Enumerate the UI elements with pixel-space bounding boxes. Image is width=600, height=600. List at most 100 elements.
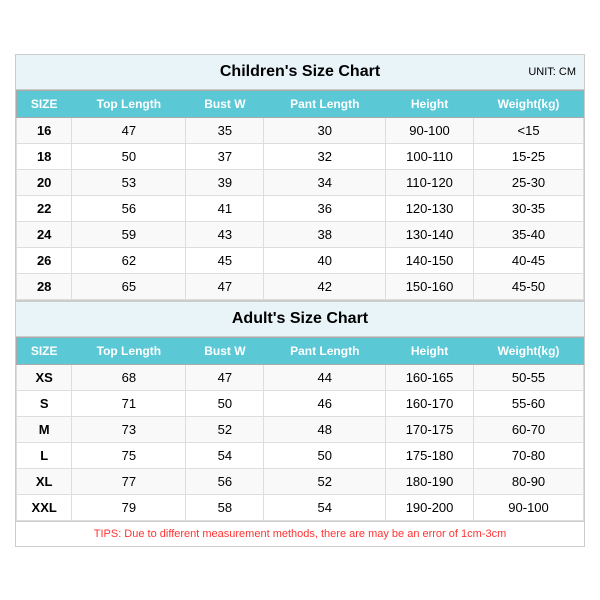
table-cell: 45-50 xyxy=(474,273,584,299)
table-cell: 100-110 xyxy=(386,143,474,169)
table-cell: 55-60 xyxy=(474,390,584,416)
table-cell: 50-55 xyxy=(474,364,584,390)
table-cell: 54 xyxy=(186,442,264,468)
table-cell: 56 xyxy=(72,195,186,221)
table-cell: 42 xyxy=(264,273,386,299)
table-cell: 16 xyxy=(17,117,72,143)
table-cell: 47 xyxy=(186,273,264,299)
table-cell: 30-35 xyxy=(474,195,584,221)
table-cell: 80-90 xyxy=(474,468,584,494)
adult-title: Adult's Size Chart xyxy=(232,310,368,327)
adult-table: SIZE Top Length Bust W Pant Length Heigh… xyxy=(16,337,584,521)
adult-col-height: Height xyxy=(386,337,474,364)
table-cell: 71 xyxy=(72,390,186,416)
table-cell: 130-140 xyxy=(386,221,474,247)
table-cell: 48 xyxy=(264,416,386,442)
table-cell: 34 xyxy=(264,169,386,195)
table-cell: 20 xyxy=(17,169,72,195)
table-cell: 28 xyxy=(17,273,72,299)
table-cell: 50 xyxy=(264,442,386,468)
unit-label: UNIT: CM xyxy=(528,66,576,78)
table-row: XL775652180-19080-90 xyxy=(17,468,584,494)
table-cell: XXL xyxy=(17,494,72,520)
size-chart-container: Children's Size Chart UNIT: CM SIZE Top … xyxy=(15,54,585,547)
table-row: L755450175-18070-80 xyxy=(17,442,584,468)
adult-col-bust-w: Bust W xyxy=(186,337,264,364)
children-table-body: 1647353090-100<1518503732100-11015-25205… xyxy=(17,117,584,299)
table-cell: 24 xyxy=(17,221,72,247)
table-cell: 190-200 xyxy=(386,494,474,520)
table-cell: 35 xyxy=(186,117,264,143)
table-cell: 150-160 xyxy=(386,273,474,299)
table-cell: 45 xyxy=(186,247,264,273)
table-cell: M xyxy=(17,416,72,442)
table-cell: 59 xyxy=(72,221,186,247)
table-cell: 36 xyxy=(264,195,386,221)
table-row: M735248170-17560-70 xyxy=(17,416,584,442)
table-cell: 180-190 xyxy=(386,468,474,494)
table-cell: 22 xyxy=(17,195,72,221)
table-cell: 58 xyxy=(186,494,264,520)
table-cell: 79 xyxy=(72,494,186,520)
table-cell: 65 xyxy=(72,273,186,299)
table-row: 20533934110-12025-30 xyxy=(17,169,584,195)
table-cell: XL xyxy=(17,468,72,494)
table-row: 26624540140-15040-45 xyxy=(17,247,584,273)
adult-col-top-length: Top Length xyxy=(72,337,186,364)
table-cell: 60-70 xyxy=(474,416,584,442)
tips-row: TIPS: Due to different measurement metho… xyxy=(16,521,584,546)
table-cell: 32 xyxy=(264,143,386,169)
table-cell: 90-100 xyxy=(474,494,584,520)
children-title-row: Children's Size Chart UNIT: CM xyxy=(16,55,584,90)
table-cell: 52 xyxy=(264,468,386,494)
table-cell: S xyxy=(17,390,72,416)
table-cell: 73 xyxy=(72,416,186,442)
adult-col-pant-length: Pant Length xyxy=(264,337,386,364)
adult-header-row: SIZE Top Length Bust W Pant Length Heigh… xyxy=(17,337,584,364)
col-size: SIZE xyxy=(17,90,72,117)
table-row: 1647353090-100<15 xyxy=(17,117,584,143)
children-title: Children's Size Chart xyxy=(220,63,380,80)
table-row: 22564136120-13030-35 xyxy=(17,195,584,221)
table-cell: 175-180 xyxy=(386,442,474,468)
table-cell: 75 xyxy=(72,442,186,468)
table-row: 18503732100-11015-25 xyxy=(17,143,584,169)
table-cell: 77 xyxy=(72,468,186,494)
table-cell: 120-130 xyxy=(386,195,474,221)
table-cell: 62 xyxy=(72,247,186,273)
table-cell: 46 xyxy=(264,390,386,416)
table-cell: 35-40 xyxy=(474,221,584,247)
children-table: SIZE Top Length Bust W Pant Length Heigh… xyxy=(16,90,584,300)
table-cell: 140-150 xyxy=(386,247,474,273)
col-height: Height xyxy=(386,90,474,117)
table-cell: 25-30 xyxy=(474,169,584,195)
table-cell: 47 xyxy=(186,364,264,390)
table-row: 24594338130-14035-40 xyxy=(17,221,584,247)
table-row: 28654742150-16045-50 xyxy=(17,273,584,299)
table-cell: 37 xyxy=(186,143,264,169)
table-cell: 43 xyxy=(186,221,264,247)
adult-col-size: SIZE xyxy=(17,337,72,364)
table-cell: 38 xyxy=(264,221,386,247)
col-top-length: Top Length xyxy=(72,90,186,117)
table-cell: 52 xyxy=(186,416,264,442)
table-row: XXL795854190-20090-100 xyxy=(17,494,584,520)
col-bust-w: Bust W xyxy=(186,90,264,117)
table-cell: 47 xyxy=(72,117,186,143)
table-cell: 41 xyxy=(186,195,264,221)
table-cell: 110-120 xyxy=(386,169,474,195)
table-cell: 15-25 xyxy=(474,143,584,169)
table-cell: 90-100 xyxy=(386,117,474,143)
table-cell: XS xyxy=(17,364,72,390)
table-cell: L xyxy=(17,442,72,468)
table-cell: 40 xyxy=(264,247,386,273)
col-pant-length: Pant Length xyxy=(264,90,386,117)
table-cell: 18 xyxy=(17,143,72,169)
table-cell: 44 xyxy=(264,364,386,390)
table-cell: <15 xyxy=(474,117,584,143)
table-cell: 170-175 xyxy=(386,416,474,442)
table-cell: 53 xyxy=(72,169,186,195)
table-cell: 26 xyxy=(17,247,72,273)
col-weight: Weight(kg) xyxy=(474,90,584,117)
table-cell: 160-165 xyxy=(386,364,474,390)
